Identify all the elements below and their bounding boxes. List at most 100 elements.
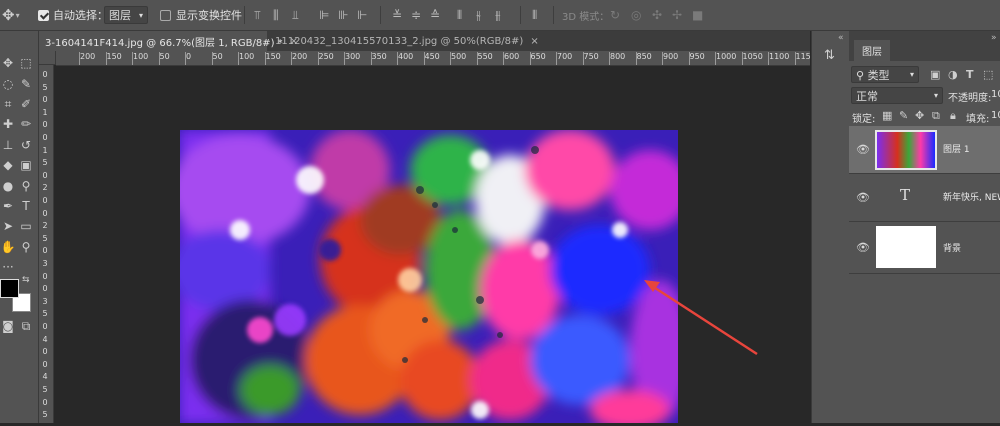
ruler-tick: [556, 52, 557, 65]
ruler-tick: [582, 52, 584, 65]
ruler-tick-label: 1: [42, 145, 48, 155]
ruler-tick-label: 0: [42, 322, 48, 331]
layer-row-background[interactable]: 👁︎ 背景: [849, 222, 1000, 274]
more-tools-icon[interactable]: ···: [0, 259, 16, 275]
ruler-vertical[interactable]: 0 5 0 1 0 0 1 5 0 2 0 0 2 5 0 3 0 0 3 5 0 4 0 0 4 5 0 5: [39, 65, 54, 423]
clone-stamp-icon[interactable]: ⊥: [0, 137, 16, 153]
ruler-tick-label: 850: [636, 52, 652, 61]
pen-icon[interactable]: ✒: [0, 198, 16, 214]
3d-roll-icon[interactable]: ◎: [631, 8, 641, 22]
lock-artboard-icon[interactable]: ⧉: [932, 109, 940, 123]
layer-row-layer1[interactable]: 👁︎ 图层 1: [849, 126, 1000, 174]
distribute-left-icon[interactable]: ⫴: [457, 8, 462, 22]
ruler-tick-label: 0: [42, 133, 48, 142]
zoom-icon[interactable]: ⚲: [18, 239, 34, 255]
opacity-label: 不透明度:: [948, 93, 992, 104]
history-brush-icon[interactable]: ↺: [18, 137, 34, 153]
distribute-hcenter-icon[interactable]: ⫳: [476, 8, 481, 22]
distribute-top-icon[interactable]: ≚: [392, 8, 402, 22]
ruler-horizontal[interactable]: 200 150 100 50 0 50 100 150 200 250 300 350 400 450 50…: [56, 51, 810, 66]
ruler-tick: [423, 52, 425, 65]
crop-icon[interactable]: ⌗: [0, 96, 16, 112]
filter-shape-icon[interactable]: ⬚: [983, 68, 993, 81]
eye-icon[interactable]: 👁︎: [856, 241, 870, 254]
brush-icon[interactable]: ✏: [18, 116, 34, 132]
healing-brush-icon[interactable]: ✚: [0, 116, 16, 132]
swap-colors-icon[interactable]: ⇆: [22, 275, 30, 285]
align-bottom-icon[interactable]: ⫫: [292, 8, 299, 22]
distribute-vcenter-icon[interactable]: ≑: [411, 8, 421, 22]
path-select-icon[interactable]: ➤: [0, 218, 16, 234]
dodge-icon[interactable]: ⚲: [18, 178, 34, 194]
auto-select-checkbox[interactable]: [38, 0, 49, 30]
filter-type-icon[interactable]: T: [966, 68, 974, 81]
distribute-bottom-icon[interactable]: ≙: [430, 8, 440, 22]
marquee-icon[interactable]: ⬚: [18, 55, 34, 71]
ruler-tick-label: 0: [42, 359, 48, 369]
ruler-tick-label: 0: [42, 208, 48, 218]
filter-pixel-icon[interactable]: ▣: [930, 68, 940, 81]
distribute-right-icon[interactable]: ⫵: [495, 8, 501, 22]
ruler-corner[interactable]: [39, 51, 56, 65]
type-icon[interactable]: T: [18, 198, 34, 214]
align-hcenter-icon[interactable]: ⊪: [338, 8, 348, 22]
ruler-tick: [635, 52, 637, 65]
ruler-tick-label: 100: [239, 52, 255, 61]
ruler-tick-label: 1000: [716, 52, 737, 61]
3d-scale-icon[interactable]: ■: [692, 8, 703, 22]
hand-icon[interactable]: ✋: [0, 239, 16, 255]
foreground-color-swatch[interactable]: [0, 279, 19, 298]
align-top-icon[interactable]: ⫪: [254, 8, 261, 22]
ruler-tick-label: 200: [80, 52, 96, 61]
move-tool-icon[interactable]: ✥ ▾: [2, 0, 20, 30]
move-icon[interactable]: ✥: [0, 55, 16, 71]
collapse-icon[interactable]: «: [838, 33, 844, 43]
blend-mode-dropdown[interactable]: 正常 ▾: [851, 87, 943, 104]
align-right-icon[interactable]: ⊩: [357, 8, 367, 22]
tab-document-1[interactable]: 3-1604141F414.jpg @ 66.7%(图层 1, RGB/8#) …: [39, 31, 298, 51]
align-left-icon[interactable]: ⊫: [319, 8, 329, 22]
lock-transparent-icon[interactable]: ▦: [882, 109, 892, 122]
close-icon[interactable]: ×: [530, 36, 538, 47]
quick-select-icon[interactable]: ✎: [18, 76, 34, 92]
rectangle-icon[interactable]: ▭: [18, 218, 34, 234]
quick-mask-icon[interactable]: ◙: [0, 318, 16, 334]
eye-icon[interactable]: 👁︎: [856, 143, 870, 156]
eraser-icon[interactable]: ◆: [0, 157, 16, 173]
auto-select-target-dropdown[interactable]: 图层 ▾: [104, 0, 148, 30]
chevron-down-icon: ▾: [909, 70, 914, 79]
opacity-value[interactable]: 10: [991, 89, 1000, 100]
3d-rotate-icon[interactable]: ↻: [610, 8, 620, 22]
show-transform-checkbox[interactable]: [160, 0, 171, 30]
ruler-tick-label: 300: [345, 52, 361, 61]
lasso-icon[interactable]: ◌: [0, 76, 16, 92]
layer-row-text[interactable]: 👁︎ T 新年快乐, NEW: [849, 174, 1000, 222]
3d-drag-icon[interactable]: ✣: [652, 8, 662, 22]
lock-all-icon[interactable]: 🔒︎: [950, 109, 956, 123]
filter-kind-dropdown[interactable]: ⚲ 类型 ▾: [851, 66, 919, 83]
layers-tab[interactable]: 图层: [854, 40, 890, 61]
gradient-icon[interactable]: ▣: [18, 157, 34, 173]
lock-pixels-icon[interactable]: ✎: [899, 109, 908, 122]
lock-position-icon[interactable]: ✥: [915, 109, 924, 122]
ruler-tick-label: 950: [689, 52, 705, 61]
filter-adjustment-icon[interactable]: ◑: [948, 68, 958, 81]
fill-value[interactable]: 10: [991, 110, 1000, 121]
auto-align-icon[interactable]: ⦀: [532, 8, 537, 22]
blur-icon[interactable]: ●: [0, 178, 16, 194]
tools-panel: ✥ ⬚ ◌ ✎ ⌗ ✐ ✚ ✏ ⊥ ↺ ◆ ▣ ● ⚲ ✒ T ➤ ▭ ✋ ⚲ …: [0, 31, 39, 423]
tab-document-2[interactable]: 11120432_130415570133_2.jpg @ 50%(RGB/8#…: [269, 31, 539, 51]
ruler-tick-label: 0: [42, 271, 48, 281]
screen-mode-icon[interactable]: ⧉: [18, 318, 34, 334]
auto-select-label: 自动选择：: [53, 9, 108, 22]
document-image[interactable]: [170, 130, 690, 426]
align-vcenter-icon[interactable]: ⫼: [273, 8, 279, 22]
expand-icon[interactable]: »: [991, 33, 997, 43]
eyedropper-icon[interactable]: ✐: [18, 96, 34, 112]
eye-icon[interactable]: 👁︎: [856, 191, 870, 204]
ruler-tick-label: 900: [663, 52, 679, 61]
3d-slide-icon[interactable]: ✢: [672, 8, 682, 22]
ruler-tick-label: 5: [42, 233, 48, 243]
ruler-tick: [238, 52, 239, 65]
properties-panel-icon[interactable]: ⇅: [824, 48, 835, 63]
